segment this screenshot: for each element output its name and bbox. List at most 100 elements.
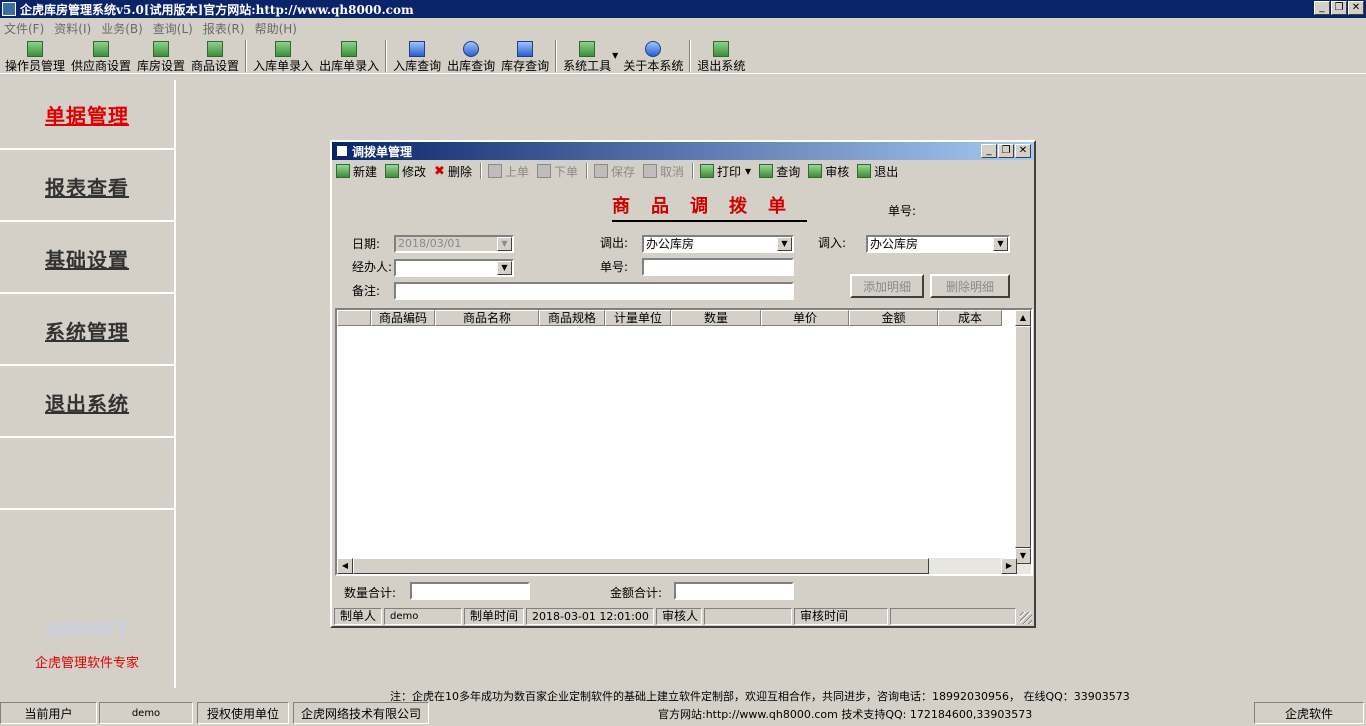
toolbar-operator-button[interactable]: 操作员管理 <box>2 39 68 73</box>
licensee-label: 授权使用单位 <box>197 702 289 724</box>
resize-grip-icon[interactable] <box>1020 612 1032 624</box>
next-doc-button[interactable]: 下单 <box>536 163 578 180</box>
toolbar-outbound-query-button[interactable]: 出库查询 <box>444 39 498 73</box>
scroll-up-icon[interactable]: ▲ <box>1015 310 1031 326</box>
toolbar-stock-query-button[interactable]: 库存查询 <box>498 39 552 73</box>
scroll-left-icon[interactable]: ◀ <box>337 558 353 574</box>
no-input[interactable] <box>642 258 794 276</box>
help-icon <box>645 41 662 57</box>
cancel-label: 取消 <box>660 164 685 179</box>
cancel-button[interactable]: 取消 <box>643 163 684 180</box>
delete-button[interactable]: ✖ 删除 <box>434 163 472 180</box>
menu-report[interactable]: 报表(R) <box>203 20 245 37</box>
grid-header-cell[interactable]: 数量 <box>671 310 761 326</box>
toolbar-inbound-entry-button[interactable]: 入库单录入 <box>250 39 316 73</box>
nav-report-view[interactable]: 报表查看 <box>0 152 174 222</box>
new-button[interactable]: 新建 <box>336 163 377 180</box>
grid-icon <box>207 41 224 57</box>
prev-doc-button[interactable]: 上单 <box>487 163 529 180</box>
grid-header-cell[interactable]: 商品规格 <box>539 310 605 326</box>
print-label: 打印 <box>717 164 742 179</box>
qty-total-label: 数量合计: <box>344 586 397 600</box>
exit-icon <box>713 41 730 57</box>
nav-exit-system[interactable]: 退出系统 <box>0 368 174 438</box>
menu-query[interactable]: 查询(L) <box>153 20 193 37</box>
nav-basic-settings[interactable]: 基础设置 <box>0 224 174 294</box>
system-tools-dropdown-icon[interactable]: ▼ <box>612 51 618 60</box>
delete-label: 删除 <box>447 164 472 179</box>
menu-help[interactable]: 帮助(H) <box>255 20 297 37</box>
close-button[interactable]: ✕ <box>1348 1 1364 15</box>
grid-header-cell[interactable]: 商品名称 <box>435 310 539 326</box>
grid-header-cell[interactable]: 成本 <box>938 310 1002 326</box>
toolbar-label: 库房设置 <box>137 59 186 73</box>
scroll-right-icon[interactable]: ▶ <box>1001 558 1017 574</box>
doc-no-header-label: 单号: <box>888 204 917 218</box>
toolbar-separator <box>245 40 248 72</box>
chevron-down-icon[interactable]: ▼ <box>993 237 1008 251</box>
handler-select[interactable]: ▼ <box>394 259 514 277</box>
detail-grid[interactable]: 商品编码 商品名称 商品规格 计量单位 数量 单价 金额 成本 ▲ ▼ ◀ ▶ <box>335 308 1033 576</box>
grid-header-cell[interactable]: 单价 <box>761 310 849 326</box>
horizontal-scroll-thumb[interactable] <box>353 558 929 574</box>
edit-button[interactable]: 修改 <box>385 163 426 180</box>
toolbar-system-tools-button[interactable]: 系统工具 <box>560 39 614 73</box>
dialog-maximize-button[interactable]: ❐ <box>998 144 1014 158</box>
exit-label: 退出 <box>874 164 899 179</box>
menu-data[interactable]: 资料(I) <box>54 20 91 37</box>
dialog-title: 调拨单管理 <box>352 144 413 159</box>
menu-business[interactable]: 业务(B) <box>101 20 143 37</box>
edit-icon <box>385 164 400 178</box>
transfer-in-select[interactable]: 办公库房 ▼ <box>866 235 1010 253</box>
scroll-down-icon[interactable]: ▼ <box>1015 548 1031 564</box>
toolbar-inbound-query-button[interactable]: 入库查询 <box>390 39 444 73</box>
printer-icon <box>700 164 715 178</box>
transfer-out-value: 办公库房 <box>646 237 695 251</box>
remark-input[interactable] <box>394 282 794 300</box>
toolbar-outbound-entry-button[interactable]: 出库单录入 <box>316 39 382 73</box>
vertical-scroll-thumb[interactable] <box>1015 326 1031 548</box>
toolbar-label: 关于本系统 <box>623 59 684 73</box>
audit-button[interactable]: 审核 <box>808 163 849 180</box>
print-button[interactable]: 打印 ▼ <box>700 163 751 180</box>
exit-button[interactable]: 退出 <box>857 163 898 180</box>
grid-header-cell[interactable]: 金额 <box>849 310 938 326</box>
grid-header-cell[interactable]: 商品编码 <box>371 310 435 326</box>
search-doc-icon <box>409 41 426 57</box>
transfer-out-select[interactable]: 办公库房 ▼ <box>642 235 794 253</box>
auditor-value <box>704 608 792 625</box>
qty-total-field <box>410 582 530 600</box>
add-detail-button[interactable]: 添加明细 <box>850 274 924 298</box>
minimize-button[interactable]: _ <box>1314 1 1330 15</box>
toolbar-about-button[interactable]: 关于本系统 <box>620 39 686 73</box>
nav-document-management[interactable]: 单据管理 <box>0 80 174 150</box>
query-button[interactable]: 查询 <box>759 163 800 180</box>
nav-system-management[interactable]: 系统管理 <box>0 296 174 366</box>
restore-button[interactable]: ❐ <box>1331 1 1347 15</box>
toolbar-supplier-button[interactable]: 供应商设置 <box>68 39 134 73</box>
grid-header-cell[interactable]: 计量单位 <box>605 310 671 326</box>
transfer-in-value: 办公库房 <box>870 237 919 251</box>
save-button[interactable]: 保存 <box>593 163 635 180</box>
app-title-bar: 企虎库房管理系统v5.0[试用版本]官方网站:http://www.qh8000… <box>0 0 1366 18</box>
transfer-order-dialog: 调拨单管理 _ ❐ ✕ 新建 修改 ✖ 删除 上单 下单 保存 取消 打印 ▼ 查询… <box>330 140 1036 628</box>
dialog-minimize-button[interactable]: _ <box>981 144 997 158</box>
grid-horizontal-scrollbar[interactable]: ◀ ▶ <box>337 558 1017 574</box>
chevron-down-icon[interactable]: ▼ <box>777 237 792 251</box>
delete-detail-button[interactable]: 删除明细 <box>930 274 1010 298</box>
chevron-down-icon[interactable]: ▼ <box>497 237 512 251</box>
grid-vertical-scrollbar[interactable]: ▲ ▼ <box>1015 310 1031 574</box>
toolbar-product-button[interactable]: 商品设置 <box>188 39 242 73</box>
toolbar-warehouse-button[interactable]: 库房设置 <box>134 39 188 73</box>
dialog-window-controls: _ ❐ ✕ <box>980 144 1031 158</box>
undo-icon <box>643 164 657 178</box>
toolbar-exit-button[interactable]: 退出系统 <box>694 39 748 73</box>
save-icon <box>593 164 608 178</box>
date-field[interactable]: 2018/03/01 ▼ <box>394 235 514 253</box>
date-label: 日期: <box>352 237 381 251</box>
chevron-down-icon[interactable]: ▼ <box>497 261 512 275</box>
dialog-close-button[interactable]: ✕ <box>1015 144 1031 158</box>
menu-file[interactable]: 文件(F) <box>4 20 44 37</box>
print-dropdown-icon[interactable]: ▼ <box>745 167 751 176</box>
toolbar-label: 系统工具 <box>563 59 612 73</box>
